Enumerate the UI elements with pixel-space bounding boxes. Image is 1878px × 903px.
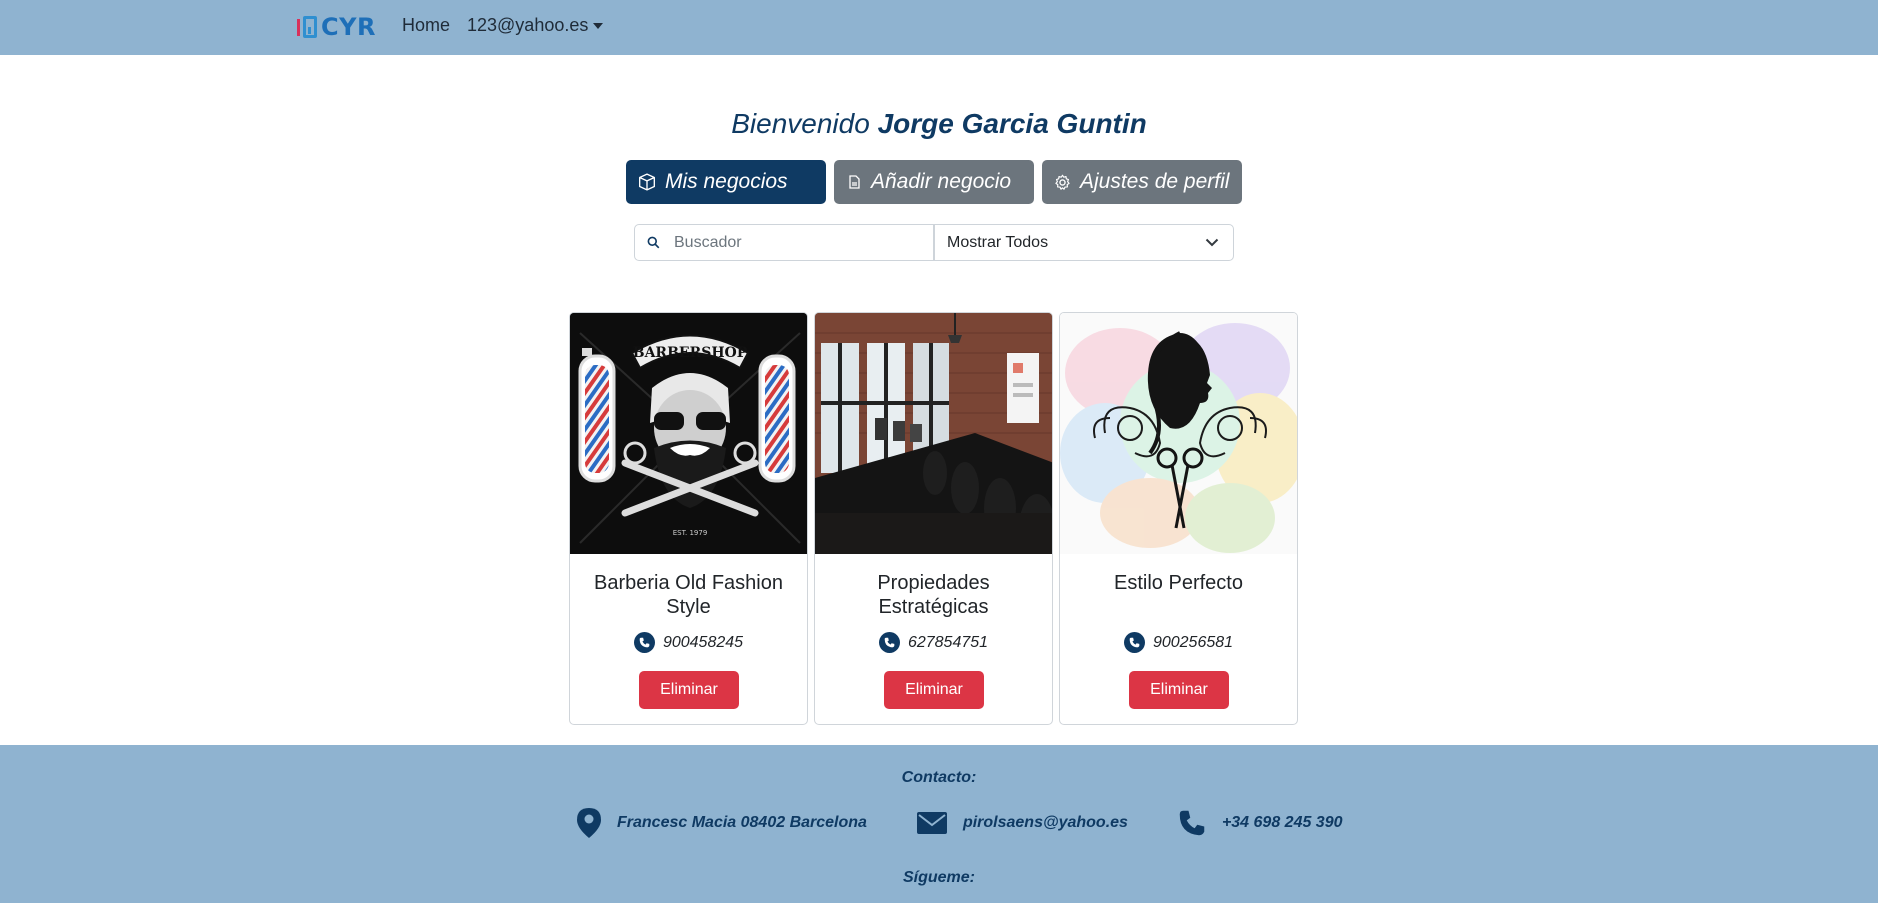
user-email: 123@yahoo.es	[467, 15, 589, 35]
logo-mark-icon	[297, 18, 300, 36]
business-name: Propiedades Estratégicas	[877, 572, 990, 618]
footer-email-link[interactable]: pirolsaens@yahoo.es	[963, 814, 1128, 832]
envelope-icon	[916, 812, 947, 834]
welcome-prefix: Bienvenido	[731, 108, 870, 139]
business-card[interactable]: Propiedades Estratégicas 627854751 Elimi…	[814, 312, 1053, 725]
business-phone-number: 627854751	[907, 633, 989, 651]
navbar: CYR Home 123@yahoo.es	[0, 0, 1878, 55]
profile-tabs: Mis negocios Añadir negocio Ajustes de p…	[626, 160, 1242, 204]
tab-label: Ajustes de perfil	[1080, 170, 1230, 193]
brand-name: CYR	[321, 13, 376, 41]
business-image-office	[815, 313, 1052, 554]
business-name: Estilo Perfecto	[1114, 572, 1243, 594]
delete-business-button[interactable]: Eliminar	[884, 671, 984, 709]
barbershop-banner-text: BARBERSHOP	[633, 345, 748, 361]
welcome-heading: Bienvenido Jorge Garcia Guntin	[0, 108, 1878, 140]
business-phone: 627854751	[815, 632, 1052, 653]
footer-follow-title: Sígueme:	[902, 869, 975, 886]
footer-contact-row: Francesc Macia 08402 Barcelona pirolsaen…	[577, 808, 1343, 838]
search-input[interactable]	[674, 233, 894, 252]
filter-selected-value: Mostrar Todos	[947, 233, 1049, 251]
business-name: Barberia Old Fashion Style	[594, 572, 783, 618]
gear-icon	[1055, 174, 1070, 190]
tab-label: Añadir negocio	[871, 170, 1012, 193]
barbershop-est-text: EST. 1979	[673, 529, 708, 537]
tab-anadir-negocio[interactable]: Añadir negocio	[834, 160, 1034, 204]
footer-email: pirolsaens@yahoo.es	[916, 812, 1128, 834]
chevron-down-icon	[1205, 238, 1219, 247]
phone-icon	[1123, 632, 1145, 653]
phone-icon	[1179, 810, 1205, 836]
footer-address-text: Francesc Macia 08402 Barcelona	[617, 814, 867, 831]
search-box	[634, 224, 934, 261]
search-icon	[647, 236, 660, 249]
footer-contact-title: Contacto:	[901, 769, 977, 786]
location-pin-icon	[577, 808, 601, 838]
footer-phone: +34 698 245 390	[1178, 809, 1343, 837]
business-card[interactable]: BARBERSHOP EST. 1979 Barberia Old Fashio…	[569, 312, 808, 725]
business-phone-number: 900458245	[662, 633, 744, 651]
tab-label: Mis negocios	[665, 170, 788, 193]
tab-mis-negocios[interactable]: Mis negocios	[626, 160, 826, 204]
user-dropdown[interactable]: 123@yahoo.es	[467, 15, 604, 36]
nav-home-link[interactable]: Home	[402, 15, 450, 36]
business-image-salon	[1060, 313, 1297, 554]
document-icon	[849, 175, 860, 189]
delete-business-button[interactable]: Eliminar	[1129, 671, 1229, 709]
business-list: BARBERSHOP EST. 1979 Barberia Old Fashio…	[569, 312, 1298, 725]
business-card[interactable]: Estilo Perfecto 900256581 Eliminar	[1059, 312, 1298, 725]
welcome-user-name: Jorge Garcia Guntin	[877, 108, 1147, 139]
brand-logo[interactable]: CYR	[297, 12, 376, 42]
tab-ajustes-perfil[interactable]: Ajustes de perfil	[1042, 160, 1242, 204]
footer-address: Francesc Macia 08402 Barcelona	[577, 808, 867, 838]
filter-select[interactable]: Mostrar Todos	[934, 224, 1234, 261]
delete-business-button[interactable]: Eliminar	[639, 671, 739, 709]
footer-phone-text: +34 698 245 390	[1221, 814, 1343, 831]
caret-down-icon	[593, 22, 604, 29]
business-image-barbershop: BARBERSHOP EST. 1979	[570, 313, 807, 554]
business-phone: 900458245	[570, 632, 807, 653]
box-icon	[639, 173, 655, 191]
business-phone: 900256581	[1060, 632, 1297, 653]
business-phone-number: 900256581	[1152, 633, 1234, 651]
logo-box-icon	[303, 16, 317, 38]
phone-icon	[633, 632, 655, 653]
phone-icon	[878, 632, 900, 653]
